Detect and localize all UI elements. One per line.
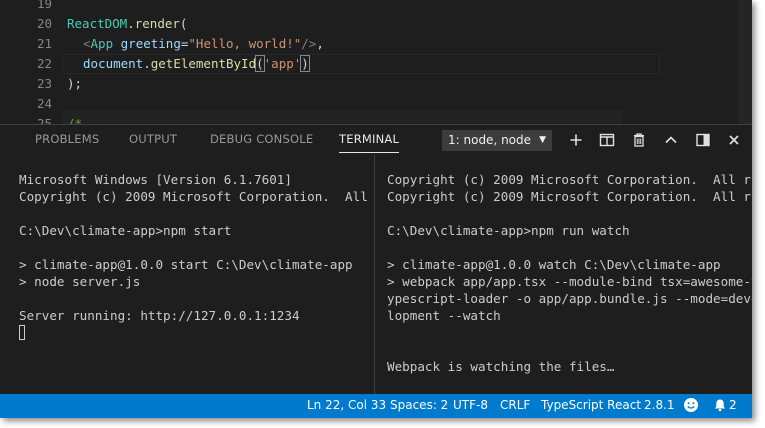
code-token: render (134, 16, 180, 31)
code-token: /* (67, 116, 83, 124)
code-editor[interactable]: 19 20 21 22 23 24 25 ReactDOM.render( <A… (0, 0, 752, 124)
line-number: 21 (36, 36, 52, 51)
code-token: ReactDOM (67, 16, 128, 31)
terminal-pane-left[interactable]: Microsoft Windows [Version 6.1.7601] Cop… (0, 155, 373, 395)
terminal-cursor (19, 325, 25, 340)
terminal-line: Copyright (c) 2009 Microsoft Corporation… (387, 172, 752, 187)
line-number: 22 (36, 56, 52, 71)
status-bar: Ln 22, Col 33 Spaces: 2 UTF-8 CRLF TypeS… (0, 394, 752, 418)
chevron-up-icon[interactable] (662, 131, 680, 149)
bottom-panel: PROBLEMS OUTPUT DEBUG CONSOLE TERMINAL 1… (0, 124, 752, 395)
code-token: "Hello, world!" (188, 36, 302, 51)
terminal-selector-value: 1: node, node (448, 133, 532, 147)
terminal-line: > node server.js (19, 274, 141, 289)
code-token: ); (67, 76, 83, 91)
chevron-down-icon: ▼ (539, 135, 546, 145)
editor-scrollbar[interactable] (738, 0, 752, 124)
terminal-line: > climate-app@1.0.0 watch C:\Dev\climate… (387, 257, 721, 272)
code-token: greeting (120, 36, 181, 51)
code-token: < (83, 36, 91, 51)
terminal-line: Webpack is watching the files… (387, 359, 615, 374)
eol-setting[interactable]: CRLF (500, 398, 530, 412)
code-token: /> (301, 36, 317, 51)
code-line-22[interactable]: document.getElementById('app') (83, 54, 310, 74)
trash-icon[interactable] (630, 131, 648, 149)
code-line-23[interactable]: ); (67, 74, 82, 94)
terminal-line: > climate-app@1.0.0 start C:\Dev\climate… (19, 257, 353, 272)
code-token: , (316, 36, 324, 51)
code-line-25[interactable]: /* (67, 114, 82, 124)
notification-count[interactable]: 2 (729, 398, 737, 412)
code-token: App (90, 36, 114, 51)
plus-icon[interactable] (567, 131, 585, 149)
terminal-pane-right[interactable]: Copyright (c) 2009 Microsoft Corporation… (374, 155, 752, 395)
vscode-window: 19 20 21 22 23 24 25 ReactDOM.render( <A… (0, 0, 752, 418)
line-number: 19 (36, 0, 52, 11)
code-token: getElementById (150, 56, 257, 71)
line-number: 23 (36, 76, 52, 91)
terminal-line: ypescript-loader -o app/app.bundle.js --… (387, 291, 752, 306)
matched-bracket: ( (255, 55, 265, 72)
line-number: 24 (36, 96, 52, 111)
bell-icon[interactable] (713, 398, 727, 415)
code-token: . (143, 56, 151, 71)
panel-tabs: PROBLEMS OUTPUT DEBUG CONSOLE TERMINAL 1… (0, 125, 752, 155)
terminal-line: C:\Dev\climate-app>npm run watch (387, 223, 630, 238)
tab-problems[interactable]: PROBLEMS (35, 132, 99, 146)
line-number: 20 (36, 16, 52, 31)
terminal-line: C:\Dev\climate-app>npm start (19, 223, 232, 238)
encoding-setting[interactable]: UTF-8 (453, 398, 488, 412)
tab-terminal[interactable]: TERMINAL (339, 132, 400, 153)
line-number: 25 (36, 116, 52, 124)
smiley-feedback-icon[interactable] (683, 397, 699, 416)
typescript-version[interactable]: 2.8.1 (644, 398, 675, 412)
code-line-20[interactable]: ReactDOM.render( (67, 14, 187, 34)
close-icon[interactable] (725, 131, 743, 149)
terminal-line: lopment --watch (387, 308, 501, 323)
code-token: ( (179, 16, 188, 31)
terminal-line: Copyright (c) 2009 Microsoft Corporation… (19, 189, 373, 204)
cursor-position[interactable]: Ln 22, Col 33 (307, 398, 386, 412)
tab-output[interactable]: OUTPUT (129, 132, 177, 146)
editor-shade (62, 110, 622, 124)
terminal-line: Copyright (c) 2009 Microsoft Corporation… (387, 189, 752, 204)
terminal-line: Microsoft Windows [Version 6.1.7601] (19, 172, 292, 187)
indentation-setting[interactable]: Spaces: 2 (390, 398, 448, 412)
tab-debug-console[interactable]: DEBUG CONSOLE (210, 132, 313, 146)
code-token: 'app' (263, 56, 302, 71)
terminal-line: > webpack app/app.tsx --module-bind tsx=… (387, 274, 752, 289)
code-token: . (127, 16, 135, 31)
split-terminal-icon[interactable] (598, 131, 616, 149)
terminal-line: Server running: http://127.0.0.1:1234 (19, 308, 300, 323)
code-line-21[interactable]: <App greeting="Hello, world!"/>, (83, 34, 324, 54)
language-mode[interactable]: TypeScript React (541, 398, 641, 412)
terminal-selector[interactable]: 1: node, node ▼ (442, 130, 552, 151)
matched-bracket: ) (300, 55, 310, 72)
maximize-panel-icon[interactable] (694, 131, 712, 149)
code-token: document (83, 56, 144, 71)
